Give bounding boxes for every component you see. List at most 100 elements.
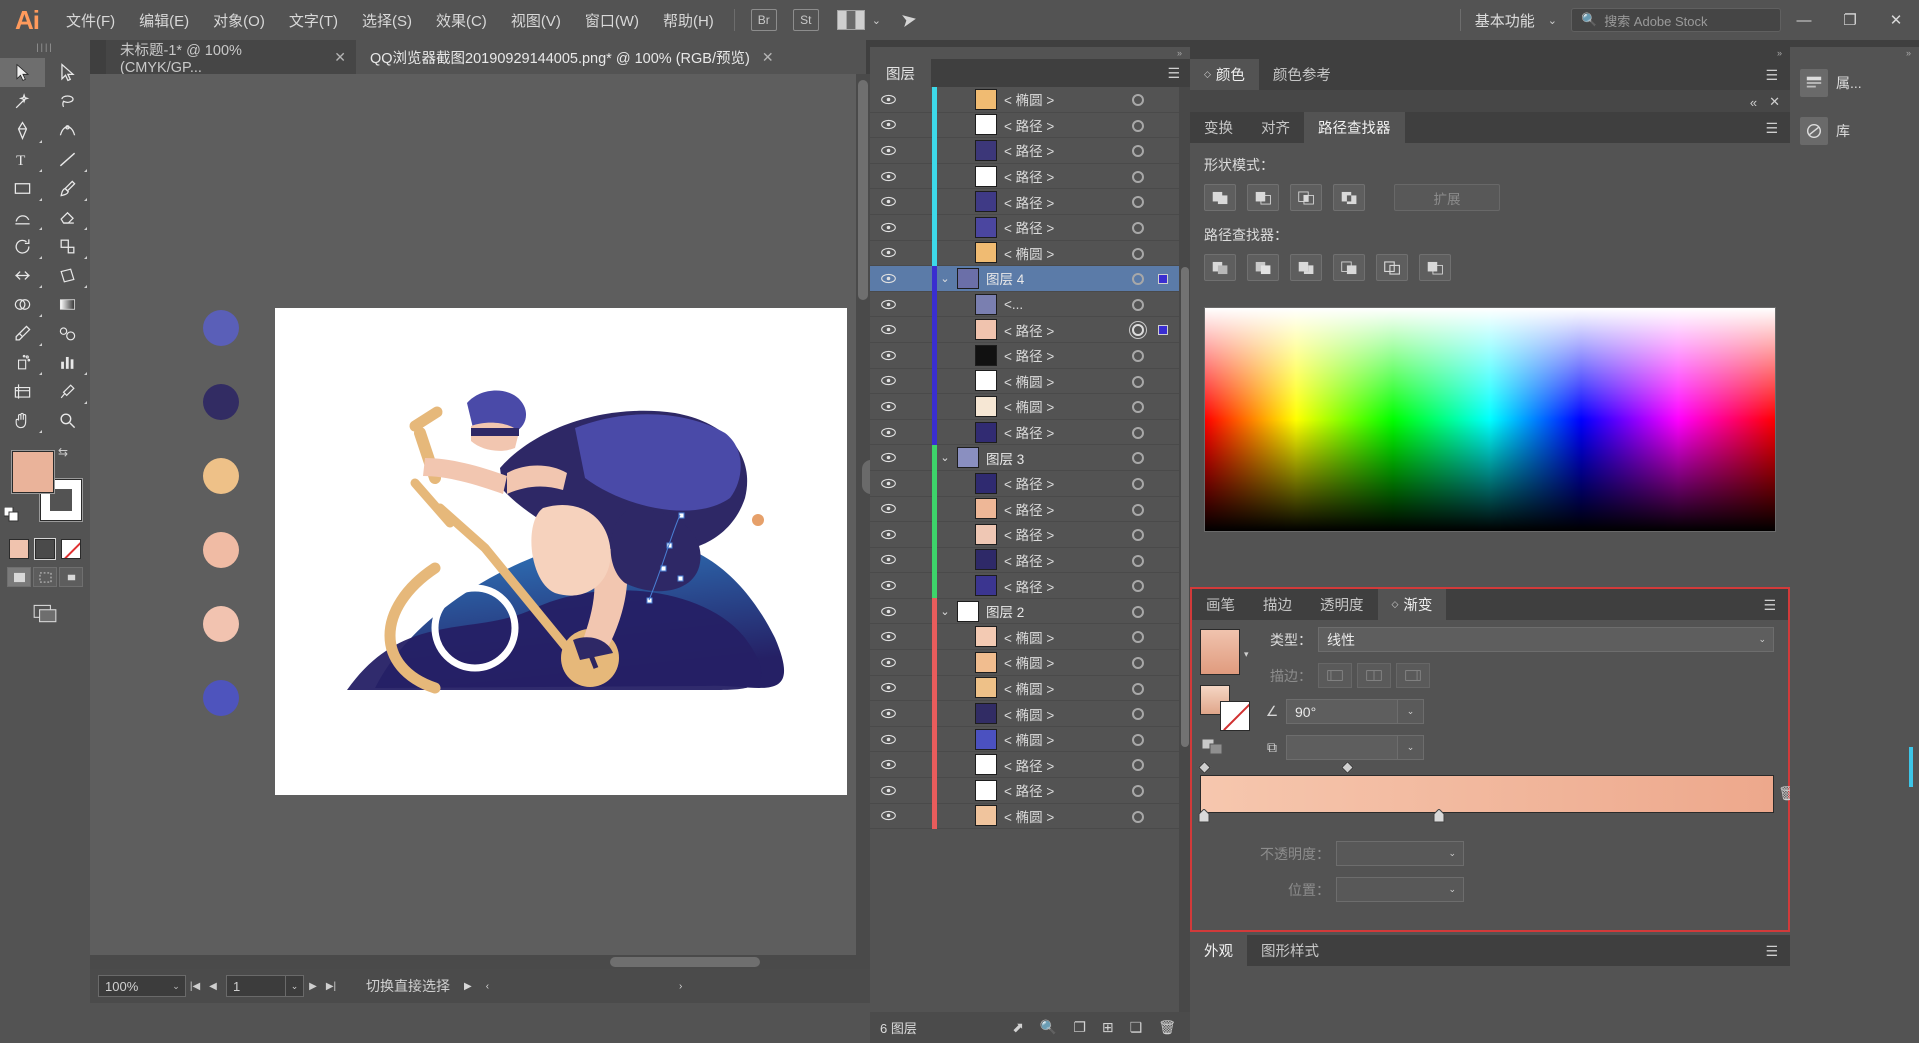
line-segment-tool[interactable] [45,145,90,174]
symbol-sprayer-tool[interactable] [0,348,45,377]
create-new-sublayer-icon[interactable]: ❐ [1073,1019,1086,1036]
target-indicator[interactable] [1132,580,1144,593]
visibility-toggle-icon[interactable] [870,734,906,745]
eraser-tool[interactable] [45,203,90,232]
gradient-preview-swatch[interactable] [1200,629,1240,675]
column-graph-tool[interactable] [45,348,90,377]
gradient-tool[interactable] [45,290,90,319]
target-indicator[interactable] [1132,759,1144,772]
layer-name[interactable]: < 路径 > [1004,524,1054,544]
visibility-toggle-icon[interactable] [870,606,906,617]
gradient-fill-button[interactable] [35,539,55,559]
visibility-toggle-icon[interactable] [870,554,906,565]
target-indicator[interactable] [1132,657,1144,670]
make-clipping-mask-icon[interactable]: 🔍 [1040,1019,1057,1036]
layer-row[interactable]: < 路径 > [870,163,1190,190]
menu-window[interactable]: 窗口(W) [573,0,651,40]
layers-vertical-scrollbar[interactable] [1179,87,1190,1012]
layer-name[interactable]: < 路径 > [1004,550,1054,570]
restore-button[interactable]: ❐ [1827,0,1873,40]
width-tool[interactable] [0,261,45,290]
draw-normal-icon[interactable] [7,567,31,587]
visibility-toggle-icon[interactable] [870,810,906,821]
close-icon[interactable]: ✕ [762,49,774,66]
menu-object[interactable]: 对象(O) [201,0,277,40]
tab-pathfinder[interactable]: 路径查找器 [1304,112,1405,143]
target-indicator[interactable] [1132,554,1144,567]
layer-name[interactable]: < 路径 > [1004,473,1054,493]
layer-name[interactable]: < 路径 > [1004,115,1054,135]
tab-transform[interactable]: 变换 [1190,112,1247,143]
visibility-toggle-icon[interactable] [870,580,906,591]
visibility-toggle-icon[interactable] [870,631,906,642]
layer-name[interactable]: 图层 3 [986,448,1024,468]
tab-gradient[interactable]: ◇ 渐变 [1377,589,1447,620]
fill-swatch[interactable] [12,451,54,493]
menu-effect[interactable]: 效果(C) [424,0,499,40]
target-indicator[interactable] [1132,503,1144,516]
layer-row[interactable]: < 路径 > [870,496,1190,523]
target-indicator[interactable] [1132,170,1144,183]
target-indicator[interactable] [1132,682,1144,695]
reverse-gradient-icon[interactable] [1200,735,1226,757]
visibility-toggle-icon[interactable] [870,94,906,105]
artboard-swatch[interactable] [203,606,239,642]
rectangle-tool[interactable] [0,174,45,203]
layer-name[interactable]: < 椭圆 > [1004,371,1054,391]
arrange-documents-icon[interactable] [836,10,865,30]
change-screen-mode-icon[interactable] [30,601,60,625]
previous-artboard-button[interactable]: ◀ [204,975,222,997]
layer-name[interactable]: < 路径 > [1004,499,1054,519]
layer-name[interactable]: < 路径 > [1004,320,1054,340]
chevron-down-icon[interactable]: ⌄ [1448,884,1456,895]
zoom-tool[interactable] [45,406,90,435]
target-indicator[interactable] [1132,273,1144,286]
exclude-icon[interactable] [1333,184,1365,211]
direct-selection-tool[interactable] [45,58,90,87]
unite-icon[interactable] [1204,184,1236,211]
gradient-ramp[interactable] [1200,775,1774,813]
right-dock-grip[interactable]: » [1190,47,1790,59]
layers-panel-grip[interactable]: » [870,47,1190,59]
layer-name[interactable]: < 椭圆 > [1004,729,1054,749]
layer-row[interactable]: < 椭圆 > [870,649,1190,676]
document-canvas[interactable] [90,74,870,969]
layer-name[interactable]: < 路径 > [1004,192,1054,212]
layer-row[interactable]: < 路径 > [870,316,1190,343]
target-indicator[interactable] [1132,477,1144,490]
visibility-toggle-icon[interactable] [870,785,906,796]
far-dock-grip[interactable]: » [1790,47,1919,59]
rotate-tool[interactable] [0,232,45,261]
layer-row[interactable]: < 路径 > [870,188,1190,215]
divide-icon[interactable] [1204,254,1236,281]
artboard-tool[interactable] [0,377,45,406]
layer-name[interactable]: 图层 2 [986,601,1024,621]
scrollbar-thumb[interactable] [610,957,760,967]
slice-tool[interactable] [45,377,90,406]
target-indicator[interactable] [1132,529,1144,542]
canvas-vertical-scrollbar[interactable] [856,74,870,969]
workspace-label[interactable]: 基本功能 [1469,10,1541,31]
artboard-number-input[interactable]: 1 [226,975,286,997]
free-transform-tool[interactable] [45,261,90,290]
minimize-button[interactable]: — [1781,0,1827,40]
gradient-stop-left-handle[interactable] [1198,808,1210,823]
layer-row[interactable]: < 路径 > [870,137,1190,164]
target-indicator[interactable] [1132,401,1144,414]
swap-fill-stroke-icon[interactable]: ⇆ [58,445,68,459]
layer-name[interactable]: < 路径 > [1004,217,1054,237]
gradient-presets-chevron-icon[interactable]: ▾ [1244,649,1249,660]
visibility-toggle-icon[interactable] [870,401,906,412]
gradient-position-input[interactable]: ⌄ [1336,877,1464,902]
layer-name[interactable]: < 椭圆 > [1004,806,1054,826]
gradient-stroke-swatch[interactable] [1220,701,1250,731]
tab-transparency[interactable]: 透明度 [1306,589,1378,620]
layer-row[interactable]: < 路径 > [870,572,1190,599]
blend-tool[interactable] [45,319,90,348]
chevron-down-icon[interactable]: ⌄ [1758,634,1766,645]
curvature-tool[interactable] [45,116,90,145]
delete-layer-icon[interactable]: 🗑 [1158,1019,1176,1036]
layer-row[interactable]: <... [870,291,1190,318]
layer-name[interactable]: < 路径 > [1004,755,1054,775]
layer-row[interactable]: < 椭圆 > [870,87,1190,113]
